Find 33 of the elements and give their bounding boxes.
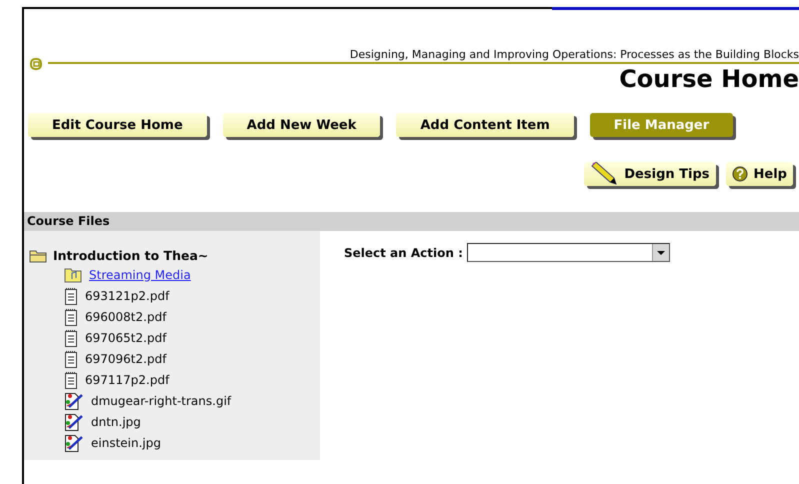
music-folder-icon <box>64 266 82 282</box>
nav-button[interactable]: Add Content Item <box>396 113 574 137</box>
file-name[interactable]: 697096t2.pdf <box>85 352 166 366</box>
folder-name[interactable]: Introduction to Thea~ <box>53 248 208 263</box>
file-name[interactable]: 693121p2.pdf <box>85 288 170 302</box>
notepad-icon <box>64 308 78 326</box>
circle-logo-icon <box>30 58 42 70</box>
help-icon <box>732 166 748 182</box>
action-dropdown[interactable] <box>466 243 670 262</box>
nav-button[interactable]: Edit Course Home <box>28 113 207 137</box>
action-label: Select an Action : <box>344 246 463 260</box>
image-file-icon <box>64 434 84 452</box>
pencil-icon <box>590 162 618 186</box>
page-title: Course Home <box>618 64 799 94</box>
file-name[interactable]: dntn.jpg <box>91 414 141 428</box>
image-file-icon <box>64 392 84 410</box>
notepad-icon <box>64 286 78 304</box>
panel-title: Course Files <box>27 214 110 228</box>
file-name[interactable]: 696008t2.pdf <box>85 310 166 324</box>
notepad-icon <box>64 370 78 388</box>
file-name[interactable]: einstein.jpg <box>91 436 161 450</box>
file-name[interactable]: 697117p2.pdf <box>85 372 170 386</box>
design-tips-button[interactable]: Design Tips <box>584 162 716 186</box>
folder-link[interactable]: Streaming Media <box>89 268 191 282</box>
help-button[interactable]: Help <box>726 162 793 186</box>
file-name[interactable]: 697065t2.pdf <box>85 330 166 344</box>
notepad-icon <box>64 328 78 346</box>
image-file-icon <box>64 412 84 430</box>
nav-button[interactable]: Add New Week <box>222 113 380 137</box>
file-name[interactable]: dmugear-right-trans.gif <box>91 394 232 408</box>
course-title: Designing, Managing and Improving Operations: Processes as the Building Blocks <box>350 48 799 61</box>
notepad-icon <box>64 350 78 368</box>
folder-icon <box>29 248 47 262</box>
